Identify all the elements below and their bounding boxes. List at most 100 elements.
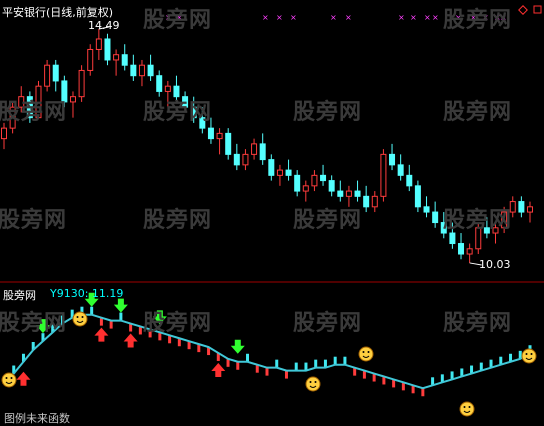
candle-body bbox=[259, 143, 266, 161]
candle-body bbox=[302, 185, 309, 192]
smiley-eye bbox=[362, 351, 365, 353]
signal-marker: × bbox=[455, 13, 462, 22]
lower-panel-name: 股旁网 bbox=[3, 289, 36, 302]
candle-body bbox=[363, 195, 370, 208]
candle-body bbox=[104, 38, 111, 61]
smiley-eye bbox=[81, 316, 84, 318]
candle-body bbox=[268, 159, 275, 176]
candle-body bbox=[397, 164, 404, 176]
candle-body bbox=[311, 174, 318, 187]
indicator-value: 11.19 bbox=[91, 287, 124, 300]
smiley-eye bbox=[76, 316, 79, 318]
candle-body bbox=[138, 64, 145, 77]
candle-body bbox=[44, 64, 51, 87]
smiley-eye bbox=[309, 381, 312, 383]
chart-canvas: × × × × × × × × × × × × × × × × bbox=[0, 5, 544, 417]
buy-arrow-icon bbox=[35, 319, 50, 334]
smiley-icon bbox=[72, 311, 88, 327]
signal-marker: × bbox=[500, 13, 507, 22]
buy-arrow-icon bbox=[230, 339, 245, 354]
candle-body bbox=[389, 153, 396, 166]
signal-marker: × bbox=[262, 13, 269, 22]
candle-body bbox=[121, 54, 128, 66]
candle-body bbox=[113, 54, 120, 61]
footer-note: 图例未来函数 bbox=[4, 412, 70, 425]
candle-body bbox=[371, 195, 378, 208]
candle-body bbox=[492, 227, 499, 234]
high-price-label: 14.49 bbox=[88, 19, 120, 32]
signal-marker: × bbox=[470, 13, 477, 22]
candle-body bbox=[380, 153, 387, 197]
candle-body bbox=[173, 85, 180, 98]
smiley-eye bbox=[468, 406, 471, 408]
low-price-label: 10.03 bbox=[479, 258, 511, 271]
candle-body bbox=[294, 174, 301, 192]
candle-body bbox=[9, 106, 16, 129]
candle-body bbox=[199, 117, 206, 129]
smiley-eye bbox=[367, 351, 370, 353]
candle-body bbox=[156, 75, 163, 92]
candle-body bbox=[406, 174, 413, 187]
candle-body bbox=[320, 174, 327, 182]
smiley-eye bbox=[10, 377, 13, 379]
smiley-eye bbox=[314, 381, 317, 383]
candle-body bbox=[440, 222, 447, 234]
sell-arrow-icon bbox=[94, 327, 109, 342]
candle-body bbox=[190, 106, 197, 119]
candle-body bbox=[216, 132, 223, 140]
buy-arrow-icon bbox=[113, 298, 128, 313]
candle-body bbox=[1, 127, 7, 140]
signal-marker: × bbox=[176, 13, 183, 22]
smiley-icon bbox=[358, 346, 374, 362]
signal-marker: × bbox=[290, 13, 297, 22]
candle-body bbox=[345, 190, 352, 197]
indicator-label: Y9130: 11.19 bbox=[50, 287, 124, 300]
candle-body bbox=[164, 85, 171, 92]
candle-body bbox=[95, 38, 102, 50]
candle-body bbox=[87, 48, 94, 71]
candle-body bbox=[285, 169, 292, 176]
candle-body bbox=[354, 190, 361, 197]
signal-marker: × bbox=[276, 13, 283, 22]
candle-body bbox=[483, 227, 490, 234]
candle-body bbox=[501, 211, 508, 229]
smiley-eye bbox=[463, 406, 466, 408]
chart-window: × × × × × × × × × × × × × × × × 股旁网 股旁网 股旁网 股旁网 股旁网 股旁网… bbox=[0, 0, 544, 426]
candle-body bbox=[26, 96, 33, 119]
candle-body bbox=[182, 96, 189, 108]
candle-body bbox=[432, 211, 439, 224]
chart-title: 平安银行(日线,前复权) bbox=[2, 6, 114, 19]
candle-body bbox=[328, 180, 335, 192]
candle-body bbox=[78, 69, 85, 98]
signal-marker: × bbox=[165, 13, 172, 22]
candle-body bbox=[147, 64, 154, 77]
candle-body bbox=[458, 243, 465, 255]
sell-arrow-icon bbox=[123, 333, 138, 348]
candle-body bbox=[518, 201, 525, 213]
smiley-icon bbox=[305, 376, 321, 392]
candle-body bbox=[276, 169, 283, 176]
signal-marker: × bbox=[482, 13, 489, 22]
candle-body bbox=[69, 96, 76, 103]
sell-arrow-icon bbox=[211, 362, 226, 377]
candle-body bbox=[207, 127, 214, 140]
signal-marker: × bbox=[432, 13, 439, 22]
smiley-eye bbox=[525, 353, 528, 355]
candle-body bbox=[242, 153, 249, 166]
candle-body bbox=[130, 64, 137, 77]
buy-arrow-icon bbox=[152, 310, 167, 325]
candle-body bbox=[423, 206, 430, 213]
candle-body bbox=[61, 80, 68, 103]
signal-marker: × bbox=[410, 13, 417, 22]
signal-marker: × bbox=[330, 13, 337, 22]
candle-body bbox=[466, 248, 473, 255]
candle-body bbox=[509, 201, 516, 213]
candle-body bbox=[18, 96, 25, 108]
candle-body bbox=[35, 85, 42, 119]
sell-arrow-icon bbox=[16, 371, 31, 386]
smiley-eye bbox=[5, 377, 8, 379]
signal-marker: × bbox=[424, 13, 431, 22]
signal-marker: × bbox=[398, 13, 405, 22]
candle-body bbox=[414, 185, 421, 208]
diamond-icon bbox=[518, 5, 528, 15]
